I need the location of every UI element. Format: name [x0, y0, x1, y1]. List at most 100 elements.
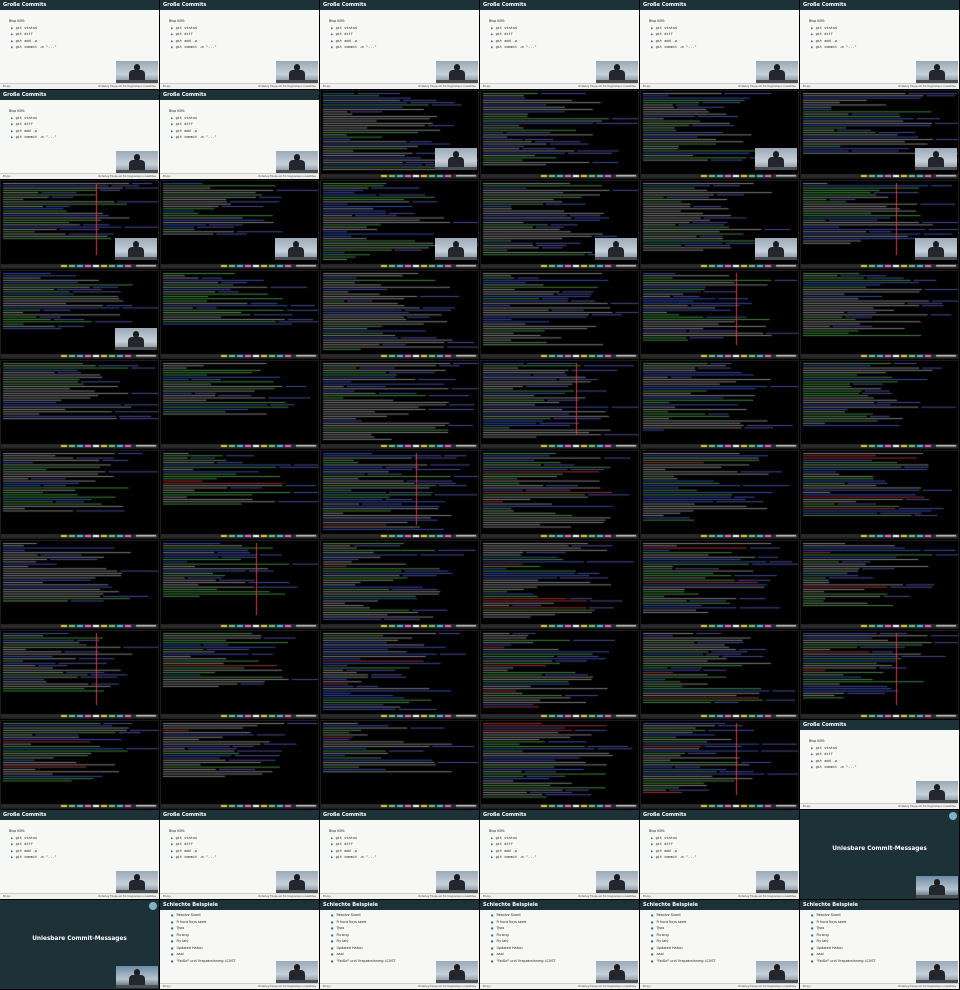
terminal-screen-thumbnail[interactable]: [0, 360, 159, 449]
slide-thumbnail[interactable]: Schlechte Beispiele Resolve SnordR front …: [480, 900, 639, 989]
terminal-screen-thumbnail[interactable]: [480, 450, 639, 539]
slide-thumbnail[interactable]: Große Commits Bisp KIRI: git statusgit dif…: [800, 0, 959, 89]
terminal-screen-thumbnail[interactable]: [160, 540, 319, 629]
slide-thumbnail[interactable]: Schlechte Beispiele Resolve SnordR front …: [640, 900, 799, 989]
slide-thumbnail[interactable]: Große Commits Bisp KIRI: git statusgit dif…: [640, 810, 799, 899]
terminal-screen-thumbnail[interactable]: [800, 360, 959, 449]
terminal-screen-thumbnail[interactable]: [800, 90, 959, 179]
terminal-output-canvas: [1, 541, 158, 628]
terminal-output-canvas: [321, 631, 478, 718]
presenter-webcam-image: [596, 61, 638, 83]
terminal-screen-thumbnail[interactable]: [320, 360, 479, 449]
slide-thumbnail[interactable]: Große Commits Bisp KIRI: git statusgit dif…: [0, 810, 159, 899]
terminal-screen-thumbnail[interactable]: [320, 720, 479, 809]
terminal-screen-thumbnail[interactable]: [640, 720, 799, 809]
terminal-screen-thumbnail[interactable]: [0, 450, 159, 539]
footer-author: Bruyn: [323, 84, 331, 88]
slide-thumbnail[interactable]: Große Commits Bisp KIRI: git statusgit dif…: [160, 0, 319, 89]
slide-thumbnail[interactable]: Große Commits Bisp KIRI: git statusgit dif…: [160, 90, 319, 179]
terminal-output-canvas: [321, 721, 478, 808]
terminal-screen-thumbnail[interactable]: [160, 360, 319, 449]
terminal-screen-thumbnail[interactable]: [320, 630, 479, 719]
slide-title: Große Commits: [483, 2, 527, 8]
footer-author: Bruyn: [643, 84, 651, 88]
terminal-output-canvas: [801, 541, 958, 628]
terminal-screen-thumbnail[interactable]: [0, 270, 159, 359]
terminal-screen-thumbnail[interactable]: [480, 360, 639, 449]
terminal-screen-thumbnail[interactable]: [480, 720, 639, 809]
example-item: "FeiGd" und Vrapasminnmg LCUST: [491, 958, 555, 965]
terminal-screen-thumbnail[interactable]: [800, 540, 959, 629]
terminal-screen-thumbnail[interactable]: [0, 720, 159, 809]
terminal-screen-thumbnail[interactable]: [480, 540, 639, 629]
section-title-thumbnail[interactable]: Unlesbare Commit-Messages: [800, 810, 959, 899]
terminal-screen-thumbnail[interactable]: [480, 90, 639, 179]
terminal-screen-thumbnail[interactable]: [160, 450, 319, 539]
slide-thumbnail[interactable]: Große Commits Bisp KIRI: git statusgit dif…: [320, 0, 479, 89]
section-title-thumbnail[interactable]: Unlesbare Commit-Messages: [0, 900, 159, 989]
slide-footer: Bruyn Orderley Eiuge ein für Kaypazieyu u…: [320, 893, 479, 899]
terminal-screen-thumbnail[interactable]: [160, 180, 319, 269]
slide-thumbnail[interactable]: Große Commits Bisp KIRI: git statusgit dif…: [0, 90, 159, 179]
terminal-screen-thumbnail[interactable]: [640, 90, 799, 179]
terminal-screen-thumbnail[interactable]: [160, 630, 319, 719]
footer-author: Bruyn: [163, 84, 171, 88]
terminal-screen-thumbnail[interactable]: [640, 450, 799, 539]
slide-footer: Bruyn Orderley Eiuge ein für Kaypazieyu u…: [320, 83, 479, 89]
terminal-screen-thumbnail[interactable]: [160, 270, 319, 359]
presenter-webcam-image: [596, 871, 638, 893]
terminal-screen-thumbnail[interactable]: [640, 540, 799, 629]
terminal-screen-thumbnail[interactable]: [160, 720, 319, 809]
command-item: git commit -m "...": [171, 44, 217, 50]
slide-title: Große Commits: [483, 812, 527, 818]
presenter-webcam-image: [436, 61, 478, 83]
terminal-screen-thumbnail[interactable]: [320, 450, 479, 539]
terminal-screen-thumbnail[interactable]: [320, 180, 479, 269]
slide-thumbnail[interactable]: Große Commits Bisp KIRI: git statusgit dif…: [480, 810, 639, 899]
terminal-screen-thumbnail[interactable]: [0, 630, 159, 719]
command-item: git commit -m "...": [811, 44, 857, 50]
section-title: Unlesbare Commit-Messages: [832, 846, 927, 852]
terminal-screen-thumbnail[interactable]: [320, 540, 479, 629]
terminal-output-canvas: [801, 451, 958, 538]
footer-author: Bruyn: [483, 984, 491, 988]
slide-heading: Bisp KIRI:: [489, 19, 505, 23]
terminal-screen-thumbnail[interactable]: [800, 450, 959, 539]
terminal-screen-thumbnail[interactable]: [800, 180, 959, 269]
terminal-screen-thumbnail[interactable]: [640, 180, 799, 269]
command-list: git statusgit diffgit add -pgit commit -…: [491, 25, 537, 51]
slide-footer: Bruyn Orderley Eiuge ein für Kaypazieyu u…: [480, 893, 639, 899]
slide-footer: Bruyn Orderley Eiuge ein für Kaypazieyu u…: [0, 893, 159, 899]
slide-thumbnail[interactable]: Große Commits Bisp KIRI: git statusgit dif…: [0, 0, 159, 89]
terminal-screen-thumbnail[interactable]: [640, 360, 799, 449]
slide-thumbnail[interactable]: Große Commits Bisp KIRI: git statusgit dif…: [320, 810, 479, 899]
logo-icon: [149, 902, 157, 910]
slide-thumbnail[interactable]: Schlechte Beispiele Resolve SnordR front …: [320, 900, 479, 989]
slide-thumbnail[interactable]: Große Commits Bisp KIRI: git statusgit dif…: [800, 720, 959, 809]
terminal-screen-thumbnail[interactable]: [480, 180, 639, 269]
example-item: "FeiGd" und Vrapasminnmg LCUST: [171, 958, 235, 965]
terminal-screen-thumbnail[interactable]: [0, 540, 159, 629]
slide-thumbnail[interactable]: Große Commits Bisp KIRI: git statusgit dif…: [480, 0, 639, 89]
slide-thumbnail[interactable]: Große Commits Bisp KIRI: git statusgit dif…: [160, 810, 319, 899]
slide-footer: Bruyn Orderley Eiuge ein für Kaypazieyu u…: [640, 983, 799, 989]
example-list: Resolve SnordR front fixys seedTypoFix b…: [331, 912, 395, 964]
slide-thumbnail[interactable]: Schlechte Beispiele Resolve SnordR front …: [800, 900, 959, 989]
terminal-output-canvas: [641, 361, 798, 448]
terminal-screen-thumbnail[interactable]: [800, 270, 959, 359]
terminal-screen-thumbnail[interactable]: [480, 630, 639, 719]
terminal-screen-thumbnail[interactable]: [320, 270, 479, 359]
terminal-screen-thumbnail[interactable]: [480, 270, 639, 359]
slide-title: Große Commits: [643, 812, 687, 818]
presenter-webcam-image: [595, 238, 637, 260]
terminal-screen-thumbnail[interactable]: [0, 180, 159, 269]
terminal-screen-thumbnail[interactable]: [640, 630, 799, 719]
slide-thumbnail[interactable]: Schlechte Beispiele Resolve SnordR front …: [160, 900, 319, 989]
terminal-screen-thumbnail[interactable]: [320, 90, 479, 179]
footer-talk-title: Orderley Eiuge ein für Kaypazieyu unaelt…: [738, 84, 796, 88]
terminal-screen-thumbnail[interactable]: [640, 270, 799, 359]
slide-thumbnail[interactable]: Große Commits Bisp KIRI: git statusgit dif…: [640, 0, 799, 89]
terminal-screen-thumbnail[interactable]: [800, 630, 959, 719]
terminal-output-canvas: [641, 721, 798, 808]
presenter-webcam-image: [275, 238, 317, 260]
